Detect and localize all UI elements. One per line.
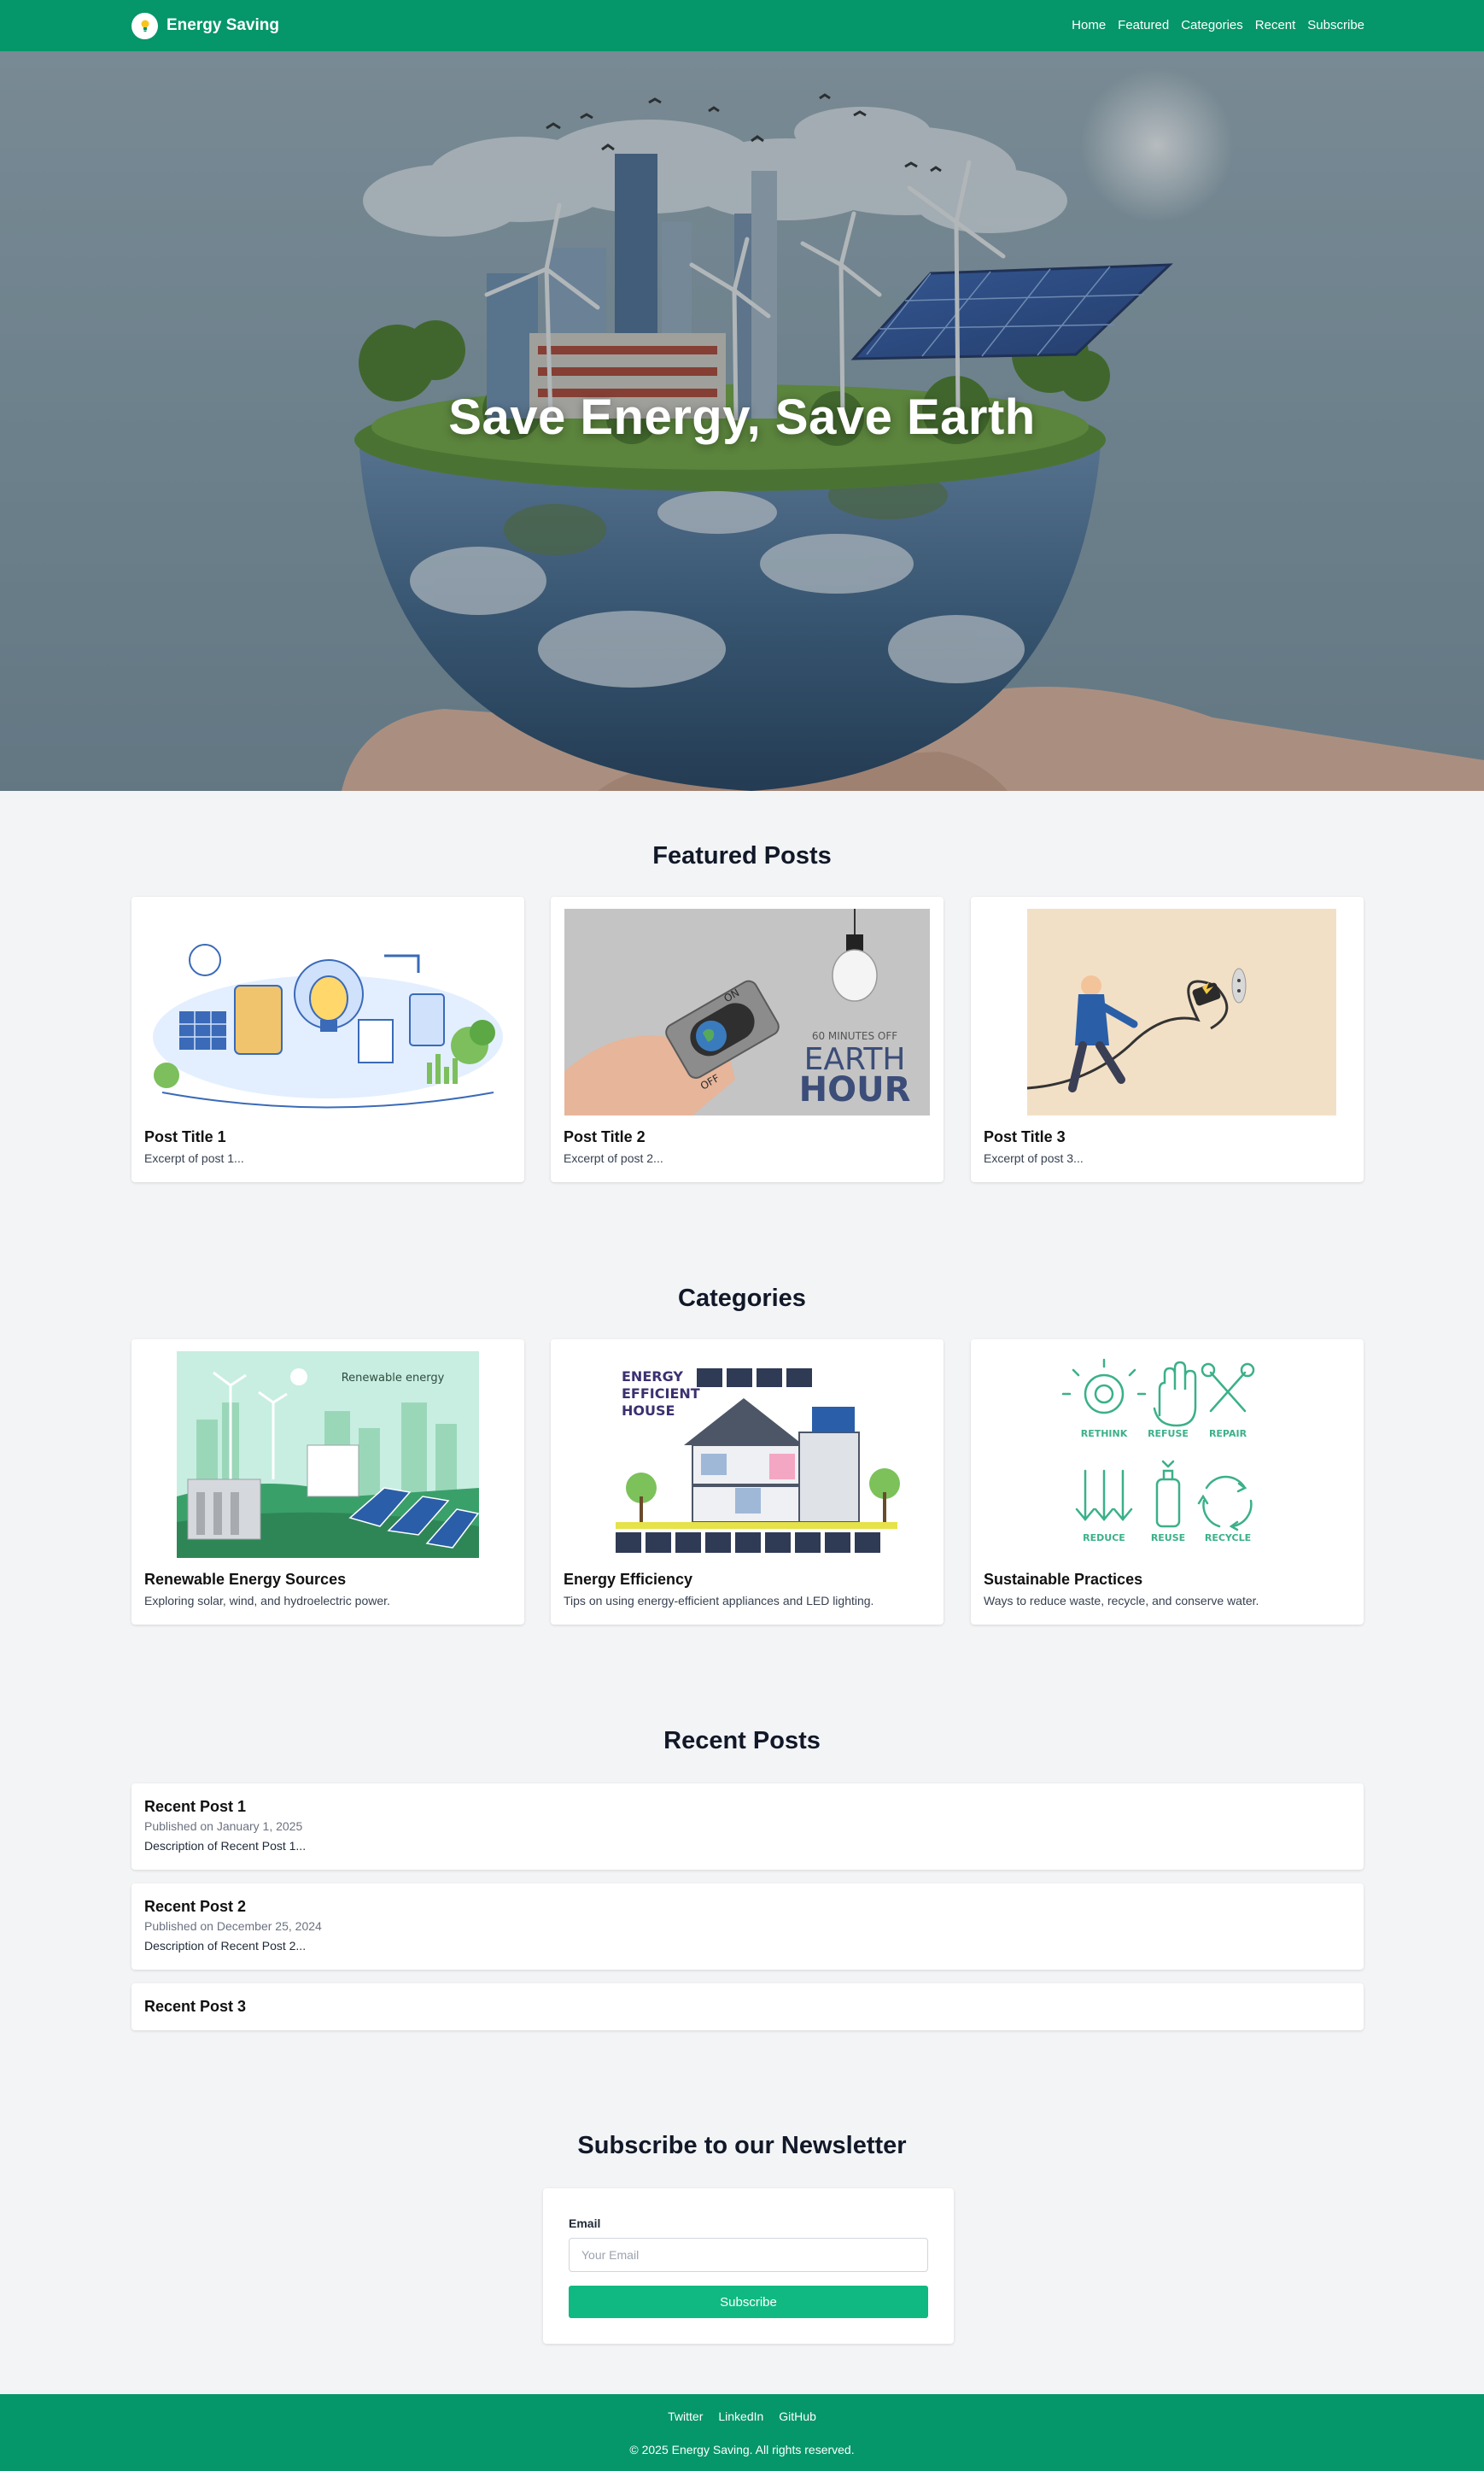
energy-efficient-house-image: ENERGY EFFICIENT HOUSE <box>564 1351 930 1558</box>
categories-title: Categories <box>678 1285 806 1312</box>
featured-post-card-1[interactable]: Post Title 1 Excerpt of post 1... <box>131 897 524 1182</box>
footer: Twitter LinkedIn GitHub © 2025 Energy Sa… <box>0 2394 1484 2471</box>
footer-link-twitter[interactable]: Twitter <box>668 2410 703 2423</box>
efficient-caption-line1: ENERGY <box>622 1368 683 1385</box>
nav-subscribe[interactable]: Subscribe <box>1307 15 1364 36</box>
hour-text: HOUR <box>799 1070 911 1110</box>
efficient-caption-line2: EFFICIENT <box>622 1385 700 1402</box>
renewable-energy-image: Renewable energy <box>145 1351 511 1558</box>
recent-post-title[interactable]: Recent Post 1 <box>144 1798 246 1816</box>
recent-post-title[interactable]: Recent Post 2 <box>144 1898 246 1916</box>
earth-hour-subtitle: 60 MINUTES OFF <box>812 1030 897 1042</box>
footer-link-github[interactable]: GitHub <box>779 2410 816 2423</box>
refuse-label: REFUSE <box>1148 1428 1189 1439</box>
category-description: Exploring solar, wind, and hydroelectric… <box>144 1594 390 1607</box>
post-title[interactable]: Post Title 3 <box>984 1128 1066 1146</box>
nav-home[interactable]: Home <box>1072 15 1106 36</box>
reduce-label: REDUCE <box>1083 1532 1125 1543</box>
category-title[interactable]: Renewable Energy Sources <box>144 1571 346 1589</box>
top-navbar: Energy Saving Home Featured Categories R… <box>0 0 1484 51</box>
email-label: Email <box>569 2216 601 2230</box>
main-nav: Home Featured Categories Recent Subscrib… <box>1072 15 1364 36</box>
recent-post-date: Published on January 1, 2025 <box>144 1819 303 1833</box>
post-excerpt: Excerpt of post 2... <box>564 1151 663 1165</box>
nav-featured[interactable]: Featured <box>1118 15 1169 36</box>
brand-name: Energy Saving <box>167 16 279 34</box>
featured-post-card-3[interactable]: Post Title 3 Excerpt of post 3... <box>971 897 1364 1182</box>
recent-post-date: Published on December 25, 2024 <box>144 1919 322 1933</box>
featured-title: Featured Posts <box>652 842 832 870</box>
earth-hour-image: ON OFF 60 MINUTES OFF EARTH HOUR <box>564 909 930 1115</box>
category-card-efficiency[interactable]: ENERGY EFFICIENT HOUSE Energy Efficiency <box>551 1339 944 1625</box>
recent-title: Recent Posts <box>663 1727 821 1754</box>
recent-post-3[interactable]: Recent Post 3 <box>131 1983 1364 2030</box>
newsletter-title: Subscribe to our Newsletter <box>577 2132 907 2159</box>
nav-categories[interactable]: Categories <box>1181 15 1243 36</box>
hero-title: Save Energy, Save Earth <box>448 389 1036 445</box>
category-title[interactable]: Energy Efficiency <box>564 1571 692 1589</box>
post-title[interactable]: Post Title 1 <box>144 1128 226 1146</box>
reuse-label: REUSE <box>1151 1532 1185 1543</box>
recycle-label: RECYCLE <box>1205 1532 1251 1543</box>
recent-post-2[interactable]: Recent Post 2 Published on December 25, … <box>131 1883 1364 1970</box>
repair-label: REPAIR <box>1209 1428 1247 1439</box>
renewable-caption: Renewable energy <box>342 1372 445 1385</box>
efficient-caption-line3: HOUSE <box>622 1402 675 1419</box>
category-description: Tips on using energy-efficient appliance… <box>564 1594 874 1607</box>
recent-post-1[interactable]: Recent Post 1 Published on January 1, 20… <box>131 1783 1364 1870</box>
newsletter-form: Email Subscribe <box>543 2188 954 2344</box>
hero-banner: Save Energy, Save Earth <box>0 51 1484 791</box>
recent-post-description: Description of Recent Post 2... <box>144 1939 307 1953</box>
email-input[interactable] <box>569 2238 928 2272</box>
post-excerpt: Excerpt of post 3... <box>984 1151 1084 1165</box>
recent-post-title[interactable]: Recent Post 3 <box>144 1998 246 2016</box>
featured-post-card-2[interactable]: ON OFF 60 MINUTES OFF EARTH HOUR Post Ti… <box>551 897 944 1182</box>
subscribe-button[interactable]: Subscribe <box>569 2286 928 2318</box>
rethink-label: RETHINK <box>1081 1428 1128 1439</box>
unplug-illustration-image <box>984 909 1350 1115</box>
recent-post-description: Description of Recent Post 1... <box>144 1839 307 1853</box>
category-description: Ways to reduce waste, recycle, and conse… <box>984 1594 1259 1607</box>
sustainable-rs-image: RETHINK REFUSE REPAIR REDUCE REUSE RECYC… <box>984 1351 1350 1558</box>
post-excerpt: Excerpt of post 1... <box>144 1151 244 1165</box>
footer-links: Twitter LinkedIn GitHub <box>0 2410 1484 2423</box>
brand-logo[interactable]: Energy Saving <box>131 12 279 39</box>
energy-illustration-image <box>145 909 511 1115</box>
post-title[interactable]: Post Title 2 <box>564 1128 646 1146</box>
category-card-renewable[interactable]: Renewable energy Renewable Energy Source… <box>131 1339 524 1625</box>
copyright: © 2025 Energy Saving. All rights reserve… <box>629 2443 855 2456</box>
nav-recent[interactable]: Recent <box>1255 15 1296 36</box>
category-card-sustainable[interactable]: RETHINK REFUSE REPAIR REDUCE REUSE RECYC… <box>971 1339 1364 1625</box>
footer-link-linkedin[interactable]: LinkedIn <box>718 2410 763 2423</box>
lightbulb-icon <box>131 12 158 39</box>
category-title[interactable]: Sustainable Practices <box>984 1571 1142 1589</box>
